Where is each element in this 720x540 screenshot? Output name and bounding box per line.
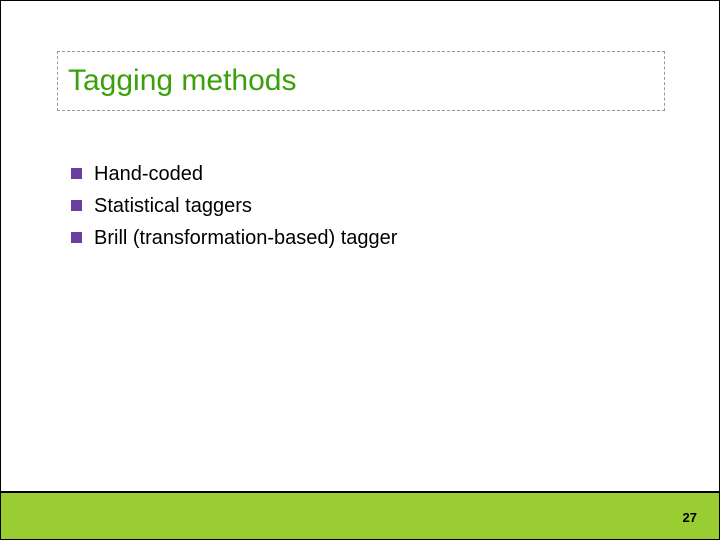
title-box: Tagging methods xyxy=(57,51,665,111)
footer-bar: 27 xyxy=(1,491,719,539)
list-item: Statistical taggers xyxy=(71,193,651,219)
list-item: Brill (transformation-based) tagger xyxy=(71,225,651,251)
bullet-text: Statistical taggers xyxy=(94,193,252,219)
bullet-icon xyxy=(71,200,82,211)
bullet-icon xyxy=(71,168,82,179)
page-number: 27 xyxy=(683,510,697,525)
bullet-text: Brill (transformation-based) tagger xyxy=(94,225,397,251)
list-item: Hand-coded xyxy=(71,161,651,187)
slide: Tagging methods Hand-coded Statistical t… xyxy=(0,0,720,540)
bullet-icon xyxy=(71,232,82,243)
content-area: Hand-coded Statistical taggers Brill (tr… xyxy=(71,161,651,257)
slide-title: Tagging methods xyxy=(68,64,297,98)
bullet-text: Hand-coded xyxy=(94,161,203,187)
